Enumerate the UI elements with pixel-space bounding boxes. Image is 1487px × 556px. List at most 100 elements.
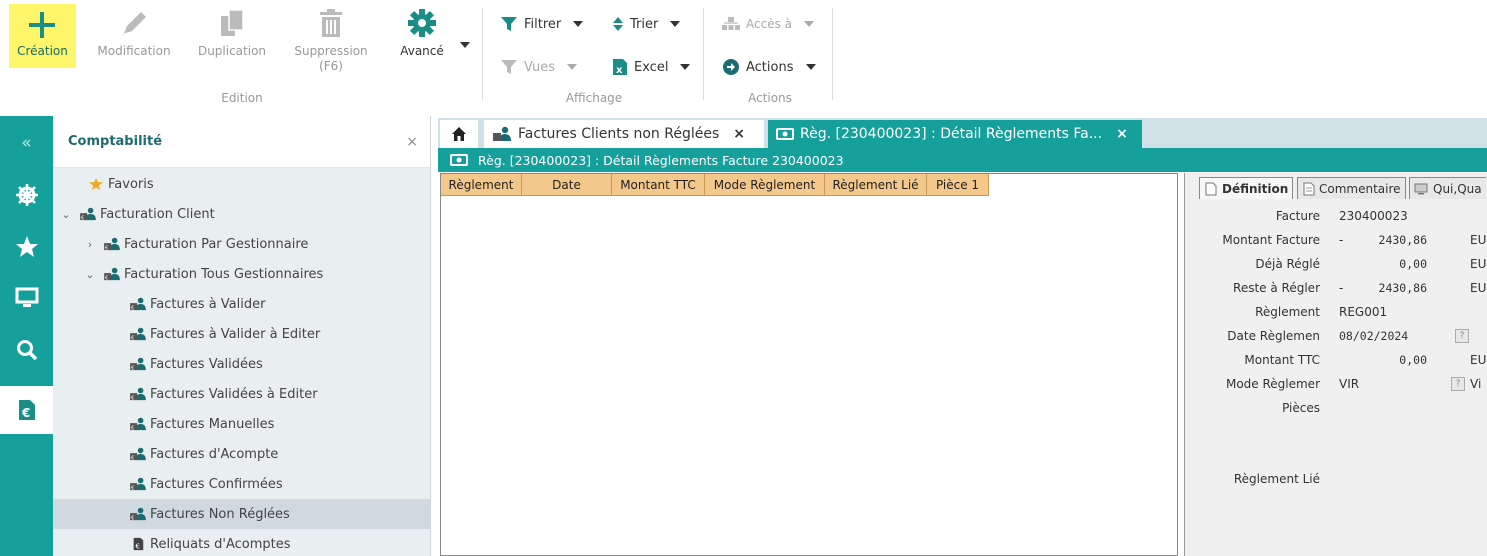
filtrer-button[interactable]: Filtrer — [500, 13, 584, 35]
suppression-button[interactable]: Suppression (F6) — [285, 4, 377, 73]
vues-button[interactable]: Vues — [500, 56, 578, 78]
chevron-down-icon[interactable]: ⌄ — [59, 208, 73, 221]
help-icon[interactable]: ? — [1455, 329, 1469, 343]
plus-icon — [9, 4, 76, 44]
chevron-right-icon[interactable]: › — [83, 238, 97, 251]
trier-button[interactable]: Trier — [612, 13, 681, 35]
chevron-down-icon — [573, 21, 584, 27]
tree-item-factures-confirmees[interactable]: € Factures Confirmées — [129, 469, 283, 499]
trier-label: Trier — [630, 16, 659, 32]
tree-item-factures-a-valider-a-editer[interactable]: € Factures à Valider à Editer — [129, 319, 320, 349]
svg-text:€: € — [21, 406, 30, 420]
tree-item-label: Facturation Client — [100, 206, 215, 222]
avance-button[interactable]: Avancé — [392, 4, 476, 68]
group-edition-label: Edition — [221, 91, 263, 105]
chevron-down-icon — [567, 64, 578, 70]
tab-qui-quand[interactable]: Qui,Qua — [1409, 177, 1486, 199]
chevron-down-icon[interactable]: ⌄ — [83, 268, 97, 281]
column-header-piece-1[interactable]: Pièce 1 — [927, 174, 989, 196]
tree-item-factures-manuelles[interactable]: € Factures Manuelles — [129, 409, 274, 439]
filtrer-label: Filtrer — [524, 16, 562, 32]
users-icon: € — [80, 207, 96, 221]
creation-button[interactable]: Création — [9, 4, 76, 68]
tab-commentaire[interactable]: Commentaire — [1297, 177, 1406, 199]
reglements-grid[interactable]: Règlement Date Montant TTC Mode Règlemen… — [440, 173, 1178, 556]
filter-icon — [501, 17, 517, 31]
close-icon[interactable]: × — [406, 134, 418, 150]
tree-item-factures-non-reglees[interactable]: € Factures Non Réglées — [53, 499, 430, 529]
tree-item-label: Reliquats d'Acomptes — [150, 536, 291, 552]
reglement-value[interactable]: REG001 — [1339, 305, 1387, 319]
column-header-montant-ttc[interactable]: Montant TTC — [612, 174, 705, 196]
users-icon: € — [130, 357, 146, 371]
tab-factures-clients-non-reglees[interactable]: Factures Clients non Réglées × — [484, 120, 764, 148]
tree-item-factures-validees[interactable]: € Factures Validées — [129, 349, 263, 379]
tree-item-facturation-tous-gestionnaires[interactable]: ⌄ € Facturation Tous Gestionnaires — [83, 259, 323, 289]
users-icon: € — [130, 417, 146, 431]
acces-label: Accès à — [746, 17, 792, 31]
tree-item-facturation-par-gestionnaire[interactable]: › € Facturation Par Gestionnaire — [83, 229, 309, 259]
mode-value[interactable]: VIR — [1339, 377, 1359, 391]
computer-icon — [1414, 183, 1428, 194]
actions-button[interactable]: Actions — [722, 56, 816, 78]
mode-label: Mode Règlemer — [1225, 377, 1320, 391]
tree-item-factures-a-valider[interactable]: € Factures à Valider — [129, 289, 265, 319]
star-icon[interactable] — [0, 225, 53, 269]
vues-label: Vues — [524, 59, 556, 75]
tree-item-facturation-client[interactable]: ⌄ € Facturation Client — [59, 199, 215, 229]
tab-label: Qui,Qua — [1433, 181, 1482, 196]
tab-label: Définition — [1222, 181, 1289, 196]
search-icon[interactable] — [0, 328, 53, 372]
reste-currency: EU — [1470, 281, 1487, 295]
users-icon: € — [130, 387, 146, 401]
montant-facture-currency: EU — [1470, 233, 1487, 247]
montant-ttc-value[interactable]: 0,00 — [1399, 353, 1427, 367]
excel-button[interactable]: x Excel — [612, 56, 691, 78]
tree-item-favoris[interactable]: Favoris — [67, 169, 154, 199]
tree-item-factures-validees-a-editer[interactable]: € Factures Validées à Editer — [129, 379, 318, 409]
deja-regle-currency: EU — [1470, 257, 1487, 271]
suppression-label: Suppression — [294, 44, 368, 58]
tree-item-label: Favoris — [108, 176, 154, 192]
breadcrumb-text: Règ. [230400023] : Détail Règlements Fac… — [478, 152, 844, 168]
column-header-date[interactable]: Date — [522, 174, 612, 196]
montant-ttc-label: Montant TTC — [1244, 353, 1320, 367]
column-header-mode-reglement[interactable]: Mode Règlement — [705, 174, 825, 196]
tree-item-label: Factures Manuelles — [150, 416, 275, 432]
facture-label: Facture — [1275, 209, 1320, 223]
column-header-reglement-lie[interactable]: Règlement Lié — [825, 174, 927, 196]
tree-item-label: Factures à Valider — [150, 296, 266, 312]
tree-item-label: Factures d'Acompte — [150, 446, 279, 462]
svg-text:€: € — [131, 485, 134, 491]
users-icon: € — [130, 297, 146, 311]
row-montant-ttc: Montant TTC 0,00 EU — [1185, 349, 1487, 371]
gear-icon — [392, 4, 476, 48]
tab-detail-reglements[interactable]: Règ. [230400023] : Détail Règlements Fa.… — [768, 120, 1142, 148]
invoice-module-icon[interactable]: € — [0, 386, 53, 434]
tab-definition[interactable]: Définition — [1199, 177, 1294, 199]
chevron-down-icon — [460, 42, 470, 48]
grid-header: Règlement Date Montant TTC Mode Règlemen… — [441, 174, 989, 196]
close-icon[interactable]: × — [1116, 126, 1128, 142]
column-header-reglement[interactable]: Règlement — [441, 174, 522, 196]
tree-item-factures-acompte[interactable]: € Factures d'Acompte — [129, 439, 278, 469]
duplication-button[interactable]: Duplication — [190, 4, 274, 68]
sort-icon — [613, 17, 623, 31]
facture-value: 230400023 — [1339, 209, 1408, 223]
svg-text:€: € — [105, 245, 108, 251]
tab-home[interactable] — [440, 120, 478, 148]
helm-icon[interactable] — [0, 173, 53, 217]
date-value[interactable]: 08/02/2024 — [1339, 329, 1408, 343]
tree-body: Favoris ⌄ € Facturation Client › € Factu… — [53, 168, 430, 556]
monitor-icon[interactable] — [0, 276, 53, 320]
views-icon — [501, 60, 517, 74]
modification-button[interactable]: Modification — [88, 4, 180, 68]
acces-button[interactable]: Accès à — [722, 13, 814, 35]
tree-item-reliquats-acomptes[interactable]: € Reliquats d'Acomptes — [129, 529, 291, 556]
tree-item-label: Factures Validées — [150, 356, 263, 372]
date-label: Date Règlemen — [1227, 329, 1320, 343]
help-icon[interactable]: ? — [1451, 377, 1465, 391]
close-icon[interactable]: × — [733, 126, 745, 142]
svg-text:€: € — [135, 542, 139, 550]
collapse-icon[interactable]: « — [0, 121, 53, 165]
